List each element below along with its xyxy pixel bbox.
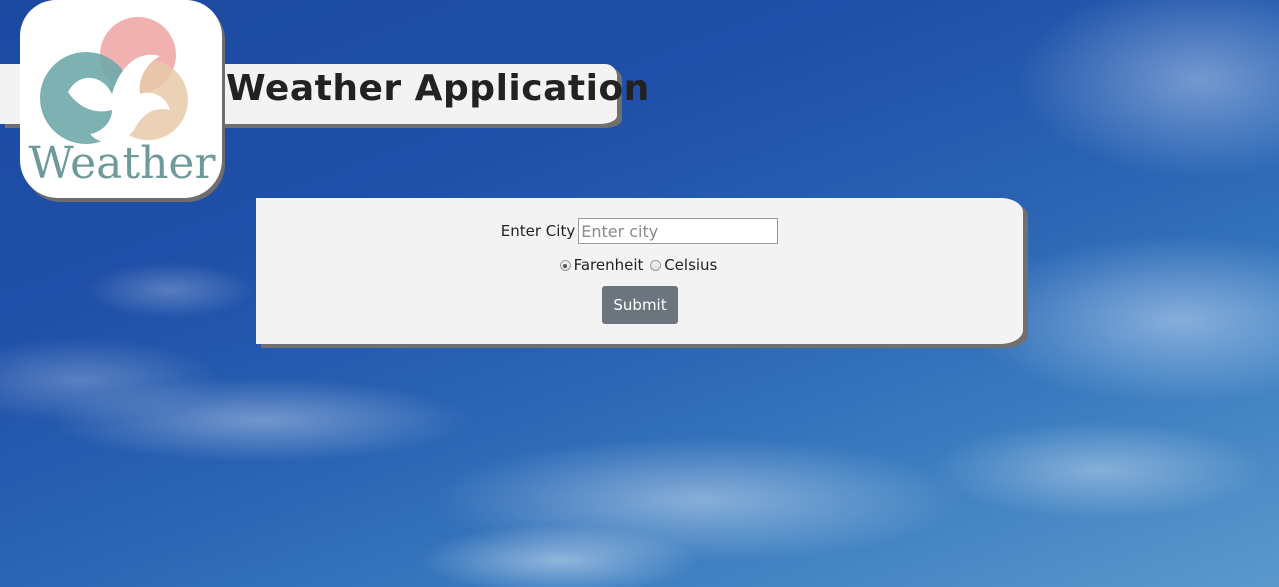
logo-wordmark: Weather	[29, 138, 217, 189]
weather-logo-icon: Weather	[29, 17, 217, 189]
unit-selector: Farenheit Celsius	[256, 256, 1023, 274]
page-title: Weather Application	[226, 68, 650, 109]
celsius-radio[interactable]	[650, 260, 662, 271]
submit-button[interactable]: Submit	[602, 286, 678, 324]
city-input[interactable]	[578, 218, 779, 244]
celsius-label: Celsius	[664, 256, 718, 274]
farenheit-label: Farenheit	[573, 256, 644, 274]
city-label: Enter City	[500, 222, 576, 240]
app-logo: Weather	[20, 0, 222, 198]
farenheit-radio[interactable]	[559, 260, 571, 271]
city-row: Enter City	[256, 218, 1023, 244]
weather-form-panel: Enter City Farenheit Celsius Submit	[256, 198, 1023, 344]
